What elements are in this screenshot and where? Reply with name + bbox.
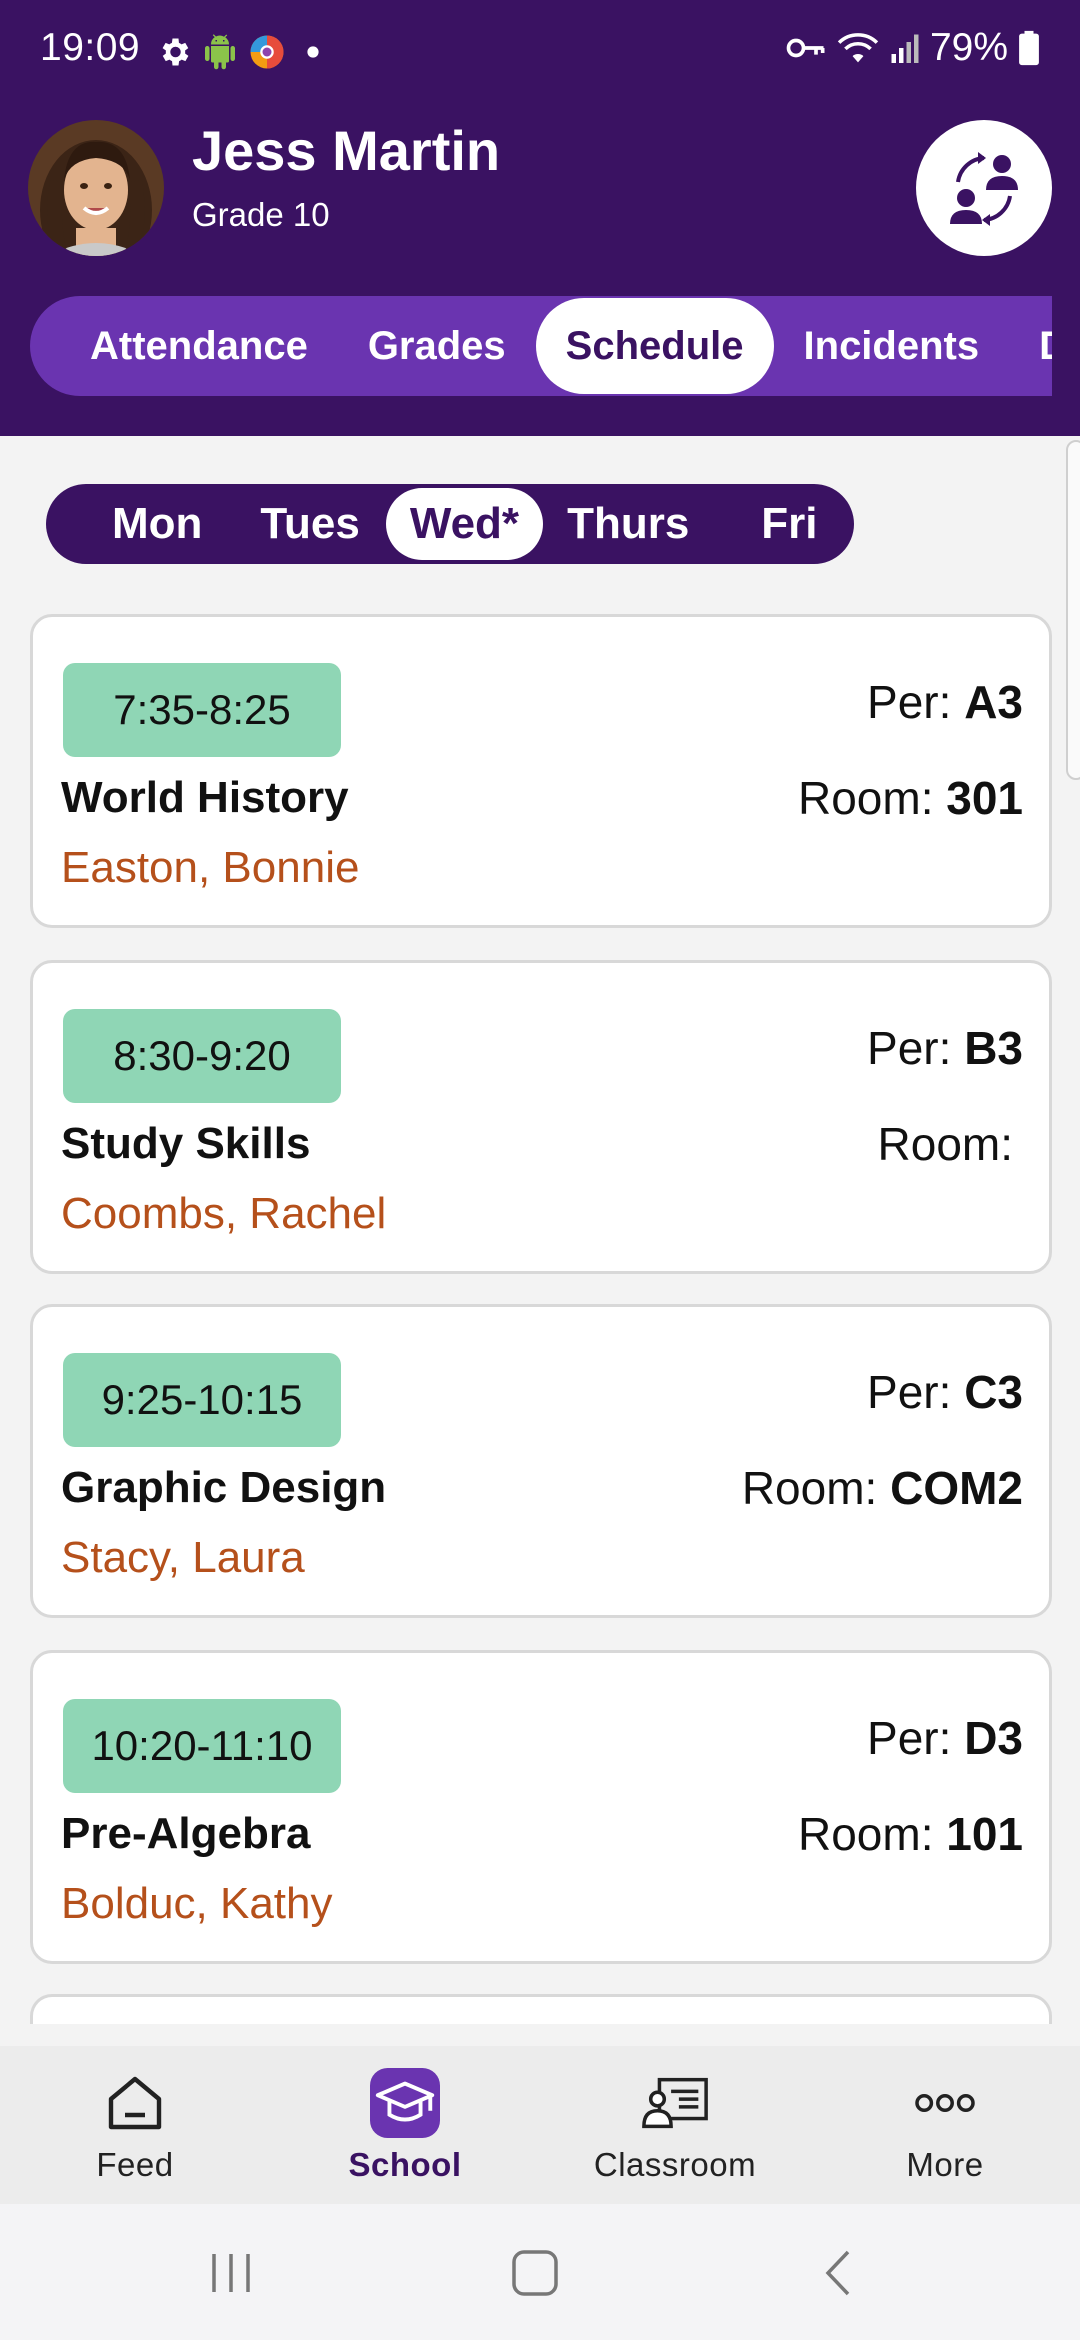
vpn-key-icon (786, 38, 825, 58)
class-time-badge: 9:25-10:15 (63, 1353, 341, 1447)
class-period: Per: C3 (867, 1365, 1023, 1419)
tab-overflow[interactable]: De (1009, 298, 1052, 394)
class-time-badge: 8:30-9:20 (63, 1009, 341, 1103)
class-room: Room: 301 (798, 771, 1023, 825)
battery-percent: 79% (929, 26, 1008, 69)
status-right: 79% (786, 26, 1040, 70)
switch-student-button[interactable] (916, 120, 1052, 256)
period-label: Per: (867, 1022, 952, 1074)
nav-more-label: More (906, 2146, 984, 2183)
back-icon[interactable] (818, 2248, 858, 2298)
room-label: Room: (797, 1808, 934, 1860)
nav-more[interactable]: More (810, 2046, 1080, 2204)
student-avatar[interactable] (28, 120, 164, 256)
class-course: Study Skills (61, 1119, 311, 1168)
tab-incidents[interactable]: Incidents (774, 298, 1010, 394)
class-teacher: Bolduc, Kathy (61, 1879, 333, 1928)
class-card[interactable]: 10:20-11:10 Pre-Algebra Bolduc, Kathy Pe… (30, 1650, 1052, 1964)
tab-attendance[interactable]: Attendance (60, 298, 338, 394)
app-header: 19:09 79% Jess Martin Grade 10 Attendanc… (0, 0, 1080, 436)
android-icon (205, 34, 235, 70)
class-card[interactable]: 7:35-8:25 World History Easton, Bonnie P… (30, 614, 1052, 928)
tab-grades[interactable]: Grades (338, 298, 536, 394)
day-tab-fri[interactable]: Fri (737, 488, 841, 560)
nav-school[interactable]: School (270, 2046, 540, 2204)
wifi-icon (837, 33, 879, 63)
classroom-icon (642, 2077, 708, 2129)
class-period: Per: D3 (867, 1711, 1023, 1765)
status-time: 19:09 (40, 26, 141, 69)
class-card[interactable]: 9:25-10:15 Graphic Design Stacy, Laura P… (30, 1304, 1052, 1618)
more-icon (915, 2094, 975, 2112)
class-teacher: Easton, Bonnie (61, 843, 360, 892)
battery-icon (1019, 30, 1039, 66)
nav-feed[interactable]: Feed (0, 2046, 270, 2204)
class-teacher: Coombs, Rachel (61, 1189, 387, 1238)
class-course: Pre-Algebra (61, 1809, 311, 1858)
switch-users-icon (950, 152, 1018, 226)
school-icon (370, 2068, 440, 2138)
day-tab-wed[interactable]: Wed* (385, 488, 544, 560)
day-tab-tues[interactable]: Tues (236, 488, 383, 560)
system-nav-bar (0, 2204, 1080, 2340)
room-label: Room: (797, 772, 934, 824)
student-name: Jess Martin (192, 119, 501, 182)
class-room: Room: 101 (798, 1807, 1023, 1861)
nav-classroom-label: Classroom (593, 2146, 757, 2183)
room-label: Room: (741, 1462, 878, 1514)
room-value: 101 (946, 1808, 1023, 1860)
period-label: Per: (867, 676, 952, 728)
notification-dot-icon (307, 46, 319, 58)
avatar-photo (28, 120, 164, 256)
home-icon (108, 2076, 162, 2130)
room-label: Room: (877, 1118, 1013, 1170)
scroll-edge-indicator (1066, 440, 1080, 780)
main-tab-bar: Attendance Grades Schedule Incidents De (30, 296, 1052, 396)
nav-feed-label: Feed (96, 2146, 174, 2183)
room-value: 301 (946, 772, 1023, 824)
class-time-badge: 7:35-8:25 (63, 663, 341, 757)
recent-apps-icon[interactable] (206, 2250, 256, 2296)
settings-gear-icon (162, 38, 189, 66)
day-tab-thurs[interactable]: Thurs (543, 488, 713, 560)
period-value: D3 (964, 1712, 1023, 1764)
day-selector: Mon Tues Wed* Thurs Fri (46, 484, 854, 564)
class-course: Graphic Design (61, 1463, 387, 1512)
period-label: Per: (867, 1712, 952, 1764)
class-card-partial[interactable] (30, 1994, 1052, 2024)
class-course: World History (61, 773, 349, 822)
class-room: Room: (878, 1117, 1013, 1171)
period-value: A3 (964, 676, 1023, 728)
class-teacher: Stacy, Laura (61, 1533, 305, 1582)
nav-classroom[interactable]: Classroom (540, 2046, 810, 2204)
class-card[interactable]: 8:30-9:20 Study Skills Coombs, Rachel Pe… (30, 960, 1052, 1274)
class-period: Per: B3 (867, 1021, 1023, 1075)
period-value: B3 (964, 1022, 1023, 1074)
bottom-nav: Feed School Classroom More (0, 2046, 1080, 2204)
status-bar: 19:09 79% (0, 0, 1080, 104)
period-value: C3 (964, 1366, 1023, 1418)
class-period: Per: A3 (867, 675, 1023, 729)
nav-school-label: School (348, 2146, 462, 2183)
period-label: Per: (867, 1366, 952, 1418)
room-value: COM2 (890, 1462, 1023, 1514)
class-room: Room: COM2 (742, 1461, 1023, 1515)
tab-schedule[interactable]: Schedule (535, 298, 774, 394)
day-tab-mon[interactable]: Mon (88, 488, 226, 560)
home-button-icon[interactable] (510, 2248, 560, 2298)
signal-icon (891, 34, 919, 63)
student-grade: Grade 10 (192, 196, 330, 233)
class-time-badge: 10:20-11:10 (63, 1699, 341, 1793)
app-logo-icon (250, 35, 284, 69)
